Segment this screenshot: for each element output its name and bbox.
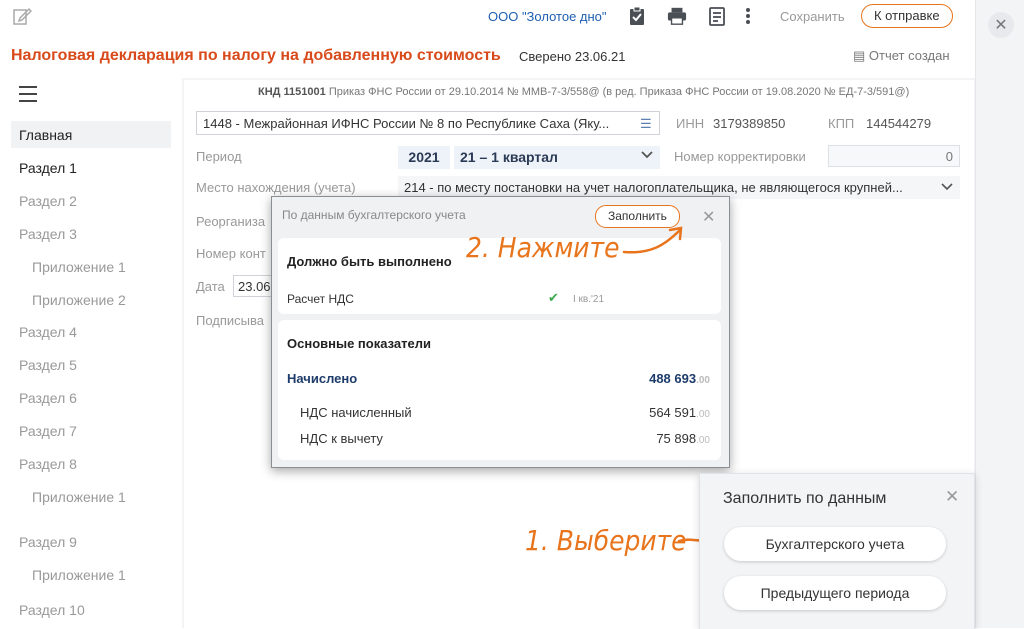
kpp-label: КПП [828,116,855,131]
sidebar-item-section-3[interactable]: Раздел 3 [19,226,77,242]
date-input[interactable]: 23.06 [233,275,273,297]
sidebar-item-section-5[interactable]: Раздел 5 [19,357,77,373]
tax-inspection-field[interactable]: 1448 - Межрайонная ИФНС России № 8 по Ре… [196,111,660,135]
sidebar-item-main[interactable]: Главная [19,127,72,143]
fill-panel-title: Заполнить по данным [723,490,887,507]
check-icon: ✔ [548,290,559,305]
sidebar-item-section-9-appendix-1[interactable]: Приложение 1 [32,567,126,583]
menu-icon[interactable] [19,86,37,102]
quarter-select[interactable]: 21 – 1 квартал [454,146,660,169]
clipboard-check-icon[interactable] [627,6,647,26]
right-side-panel [975,0,1024,628]
close-icon[interactable]: ✕ [988,12,1014,38]
period-label: Период [196,149,242,164]
list-icon[interactable]: ☰ [640,116,652,132]
contact-number-label: Номер конт [196,246,266,261]
verified-status: Сверено 23.06.21 [519,49,626,64]
page-title: Налоговая декларация по налогу на добавл… [11,47,501,64]
report-status[interactable]: ▤ Отчет создан [853,48,950,64]
vat-deduction-value: 75 898.00 [656,431,710,446]
correction-number-input[interactable]: 0 [828,145,960,167]
document-icon: ▤ [853,48,866,63]
chevron-down-icon[interactable] [940,180,954,199]
must-be-done-title: Должно быть выполнено [287,254,452,269]
vat-deduction-label: НДС к вычету [300,431,383,446]
location-label: Место нахождения (учета) [196,180,356,195]
sidebar-item-section-8-appendix-1[interactable]: Приложение 1 [32,489,126,505]
accrued-label: Начислено [287,371,358,386]
accrued-value: 488 693.00 [649,371,710,386]
previous-period-button[interactable]: Предыдущего периода [724,576,946,610]
annotation-step-1: 1. Выберите [525,524,687,557]
sidebar-item-section-1[interactable]: Раздел 1 [19,160,77,176]
task-period: I кв.'21 [573,294,605,305]
sidebar-item-section-2[interactable]: Раздел 2 [19,193,77,209]
more-vertical-icon[interactable] [741,6,755,26]
date-label: Дата [196,279,225,294]
close-icon[interactable]: ✕ [702,207,715,227]
sidebar-item-appendix-1[interactable]: Приложение 1 [32,259,126,275]
sidebar-item-section-9[interactable]: Раздел 9 [19,534,77,550]
signer-label: Подписыва [196,313,265,328]
vat-accrued-label: НДС начисленный [300,405,412,420]
knd-header: КНД 1151001 Приказ ФНС России от 29.10.2… [258,86,910,98]
print-icon[interactable] [667,6,687,26]
sidebar-item-section-4[interactable]: Раздел 4 [19,324,77,340]
sidebar-item-appendix-2[interactable]: Приложение 2 [32,292,126,308]
kpp-value: 144544279 [866,116,932,131]
save-button[interactable]: Сохранить [780,9,845,24]
year-select[interactable]: 2021 [398,146,450,169]
popup-title: По данным бухгалтерского учета [282,208,466,222]
vat-calculation-task[interactable]: Расчет НДС [287,292,354,306]
correction-label: Номер корректировки [674,149,806,164]
document-list-icon[interactable] [707,6,727,26]
inn-value: 3179389850 [713,116,786,131]
close-icon[interactable]: ✕ [945,487,959,507]
vat-accrued-value: 564 591.00 [649,405,710,420]
annotation-arrow-icon [622,226,683,254]
sidebar-item-section-6[interactable]: Раздел 6 [19,390,77,406]
annotation-step-2: 2. Нажмите [466,231,620,264]
sidebar-item-section-7[interactable]: Раздел 7 [19,423,77,439]
organization-link[interactable]: ООО "Золотое дно" [488,9,607,24]
sidebar-item-section-10[interactable]: Раздел 10 [19,602,85,618]
send-button[interactable]: К отправке [861,4,953,28]
edit-icon[interactable] [12,6,33,26]
sidebar-item-section-8[interactable]: Раздел 8 [19,456,77,472]
inn-label: ИНН [676,116,705,131]
main-indicators-title: Основные показатели [287,336,431,351]
chevron-down-icon[interactable] [640,148,654,165]
reorganization-label: Реорганиза [196,214,266,229]
accounting-data-button[interactable]: Бухгалтерского учета [724,527,946,561]
